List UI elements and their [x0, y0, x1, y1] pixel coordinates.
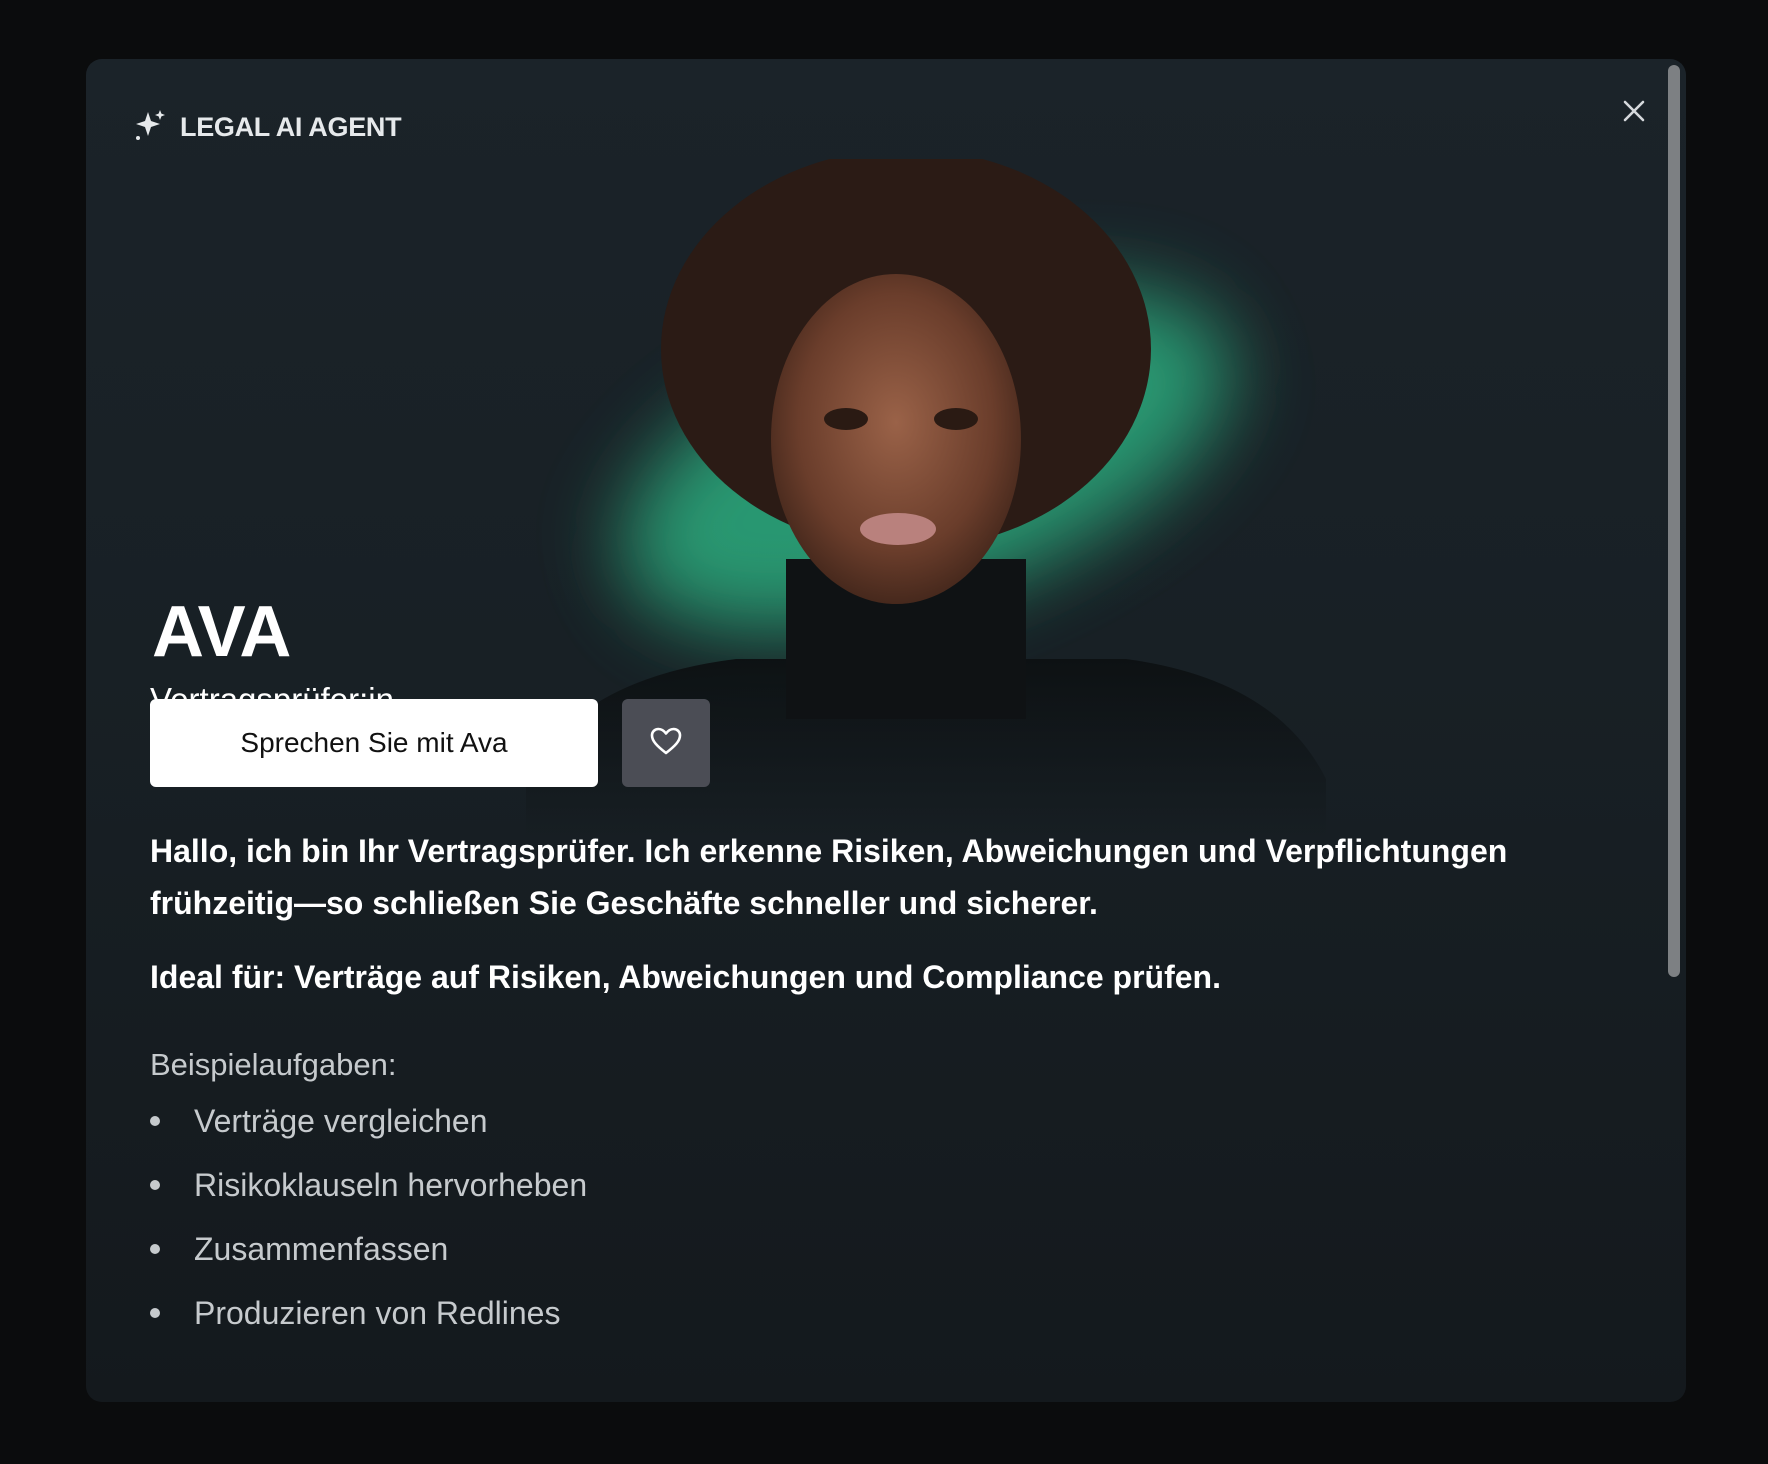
- sparkle-icon: [134, 109, 166, 146]
- examples-heading: Beispielaufgaben:: [150, 1047, 397, 1082]
- agent-detail-modal: LEGAL AI AGENT AVA Vertragsprüfer:in Spr…: [86, 59, 1686, 1402]
- examples-list: Verträge vergleichen Risikoklauseln herv…: [150, 1101, 587, 1357]
- ideal-for-text: Ideal für: Verträge auf Risiken, Abweich…: [150, 959, 1221, 995]
- scrollbar[interactable]: [1668, 65, 1680, 1396]
- scrollbar-thumb[interactable]: [1668, 65, 1680, 977]
- list-item: Risikoklauseln hervorheben: [150, 1165, 587, 1229]
- close-button[interactable]: [1610, 89, 1658, 137]
- favorite-button[interactable]: [622, 699, 710, 787]
- heart-icon: [649, 726, 683, 761]
- agent-type-badge: LEGAL AI AGENT: [134, 109, 402, 146]
- talk-to-agent-button[interactable]: Sprechen Sie mit Ava: [150, 699, 598, 787]
- list-item: Zusammenfassen: [150, 1229, 587, 1293]
- list-item: Produzieren von Redlines: [150, 1293, 587, 1357]
- agent-name: AVA: [152, 592, 291, 672]
- close-icon: [1622, 99, 1646, 128]
- list-item: Verträge vergleichen: [150, 1101, 587, 1165]
- badge-label: LEGAL AI AGENT: [180, 112, 402, 142]
- agent-intro: Hallo, ich bin Ihr Vertragsprüfer. Ich e…: [150, 833, 1508, 921]
